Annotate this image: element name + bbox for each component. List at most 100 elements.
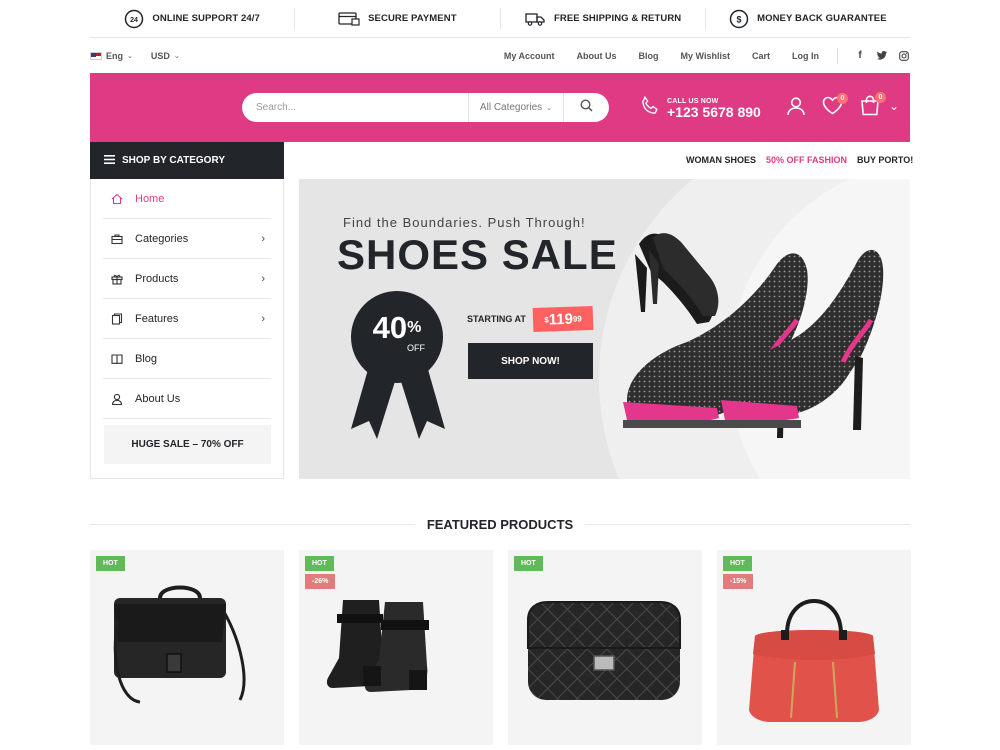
money-back-icon: $ <box>729 9 749 29</box>
link-blog[interactable]: Blog <box>639 51 659 61</box>
briefcase-icon <box>111 233 123 245</box>
product-card[interactable]: HOT -15% <box>717 550 911 745</box>
feature-money-back: $ MONEY BACK GUARANTEE <box>706 8 910 30</box>
facebook-icon[interactable]: f <box>854 50 866 61</box>
product-card[interactable]: HOT -26% <box>299 550 493 745</box>
sidebar-item-products[interactable]: Products › <box>103 259 271 299</box>
search-icon <box>580 98 593 117</box>
banner-tagline: Find the Boundaries. Push Through! <box>343 215 586 230</box>
support-24-icon: 24 <box>124 9 144 29</box>
high-heel-shoes-image <box>623 233 884 438</box>
sidebar-item-blog[interactable]: Blog <box>103 339 271 379</box>
nav-woman-shoes[interactable]: WOMAN SHOES <box>686 155 756 165</box>
divider <box>837 47 838 64</box>
document-icon <box>111 312 123 325</box>
feature-online-support: 24 ONLINE SUPPORT 24/7 <box>90 7 296 30</box>
discount-value: 40% <box>372 310 422 345</box>
chevron-down-icon: ⌄ <box>127 52 133 60</box>
cart-count-badge: 0 <box>875 92 886 103</box>
huge-sale-promo[interactable]: HUGE SALE – 70% OFF <box>104 425 271 464</box>
phone-icon <box>639 95 661 122</box>
svg-text:$: $ <box>737 14 742 24</box>
chevron-right-icon: › <box>261 232 265 245</box>
currency-selector[interactable]: USD ⌄ <box>151 51 180 61</box>
category-dropdown[interactable]: All Categories ⌄ <box>468 93 563 122</box>
search-button[interactable] <box>563 93 609 122</box>
shop-now-button[interactable]: SHOP NOW! <box>468 343 593 379</box>
cart-icon[interactable]: 0 <box>859 92 886 116</box>
product-card[interactable]: HOT <box>508 550 702 745</box>
featured-products-heading: FEATURED PRODUCTS <box>90 517 910 532</box>
product-image-messenger-bag <box>113 585 246 704</box>
search-bar: All Categories ⌄ <box>242 93 609 122</box>
hot-label: HOT <box>723 556 752 571</box>
sidebar-item-label: Blog <box>135 352 158 365</box>
section-title: FEATURED PRODUCTS <box>426 517 574 532</box>
chevron-down-icon: ⌄ <box>546 104 553 112</box>
call-us[interactable]: CALL US NOW +123 5678 890 <box>639 95 761 122</box>
shop-by-category-label: SHOP BY CATEGORY <box>122 155 225 166</box>
sidebar-item-label: Categories <box>135 232 189 245</box>
product-image-quilted-clutch <box>527 601 681 700</box>
shop-by-category-header[interactable]: SHOP BY CATEGORY <box>90 142 284 179</box>
instagram-icon[interactable] <box>898 50 910 61</box>
feature-label: SECURE PAYMENT <box>368 13 457 24</box>
shipping-truck-icon <box>524 11 546 27</box>
divider <box>585 524 910 525</box>
link-my-account[interactable]: My Account <box>504 51 555 61</box>
discount-label: -15% <box>723 574 754 589</box>
book-icon <box>111 353 123 365</box>
currency-label: USD <box>150 50 170 61</box>
sidebar-item-features[interactable]: Features › <box>103 299 271 339</box>
sidebar-item-label: Home <box>135 192 165 205</box>
language-selector[interactable]: Eng ⌄ <box>90 51 133 61</box>
sidebar-item-label: Products <box>135 272 179 285</box>
secondary-nav: WOMAN SHOES 50% OFF FASHION BUY PORTO! <box>686 155 913 165</box>
chevron-down-icon: ⌄ <box>173 52 180 60</box>
gift-icon <box>111 273 123 285</box>
feature-label: ONLINE SUPPORT 24/7 <box>152 13 260 24</box>
price-tag: $119 99 <box>532 305 594 333</box>
chevron-right-icon: › <box>261 272 265 285</box>
sidebar-item-label: Features <box>135 312 179 325</box>
user-icon <box>111 393 123 405</box>
wishlist-icon[interactable]: 0 <box>822 93 848 115</box>
features-strip: 24 ONLINE SUPPORT 24/7 SECURE PAYMENT FR… <box>90 0 910 38</box>
discount-ribbon-badge: 40% OFF <box>349 289 449 446</box>
banner-title: SHOES SALE <box>337 231 618 278</box>
us-flag-icon <box>90 51 102 60</box>
product-card[interactable]: HOT <box>90 550 284 745</box>
link-cart[interactable]: Cart <box>752 51 770 61</box>
hot-label: HOT <box>96 556 125 571</box>
header-topbar: Eng ⌄ USD ⌄ My Account About Us Blog My … <box>90 38 910 73</box>
category-dropdown-label: All Categories <box>479 102 543 113</box>
main-header: All Categories ⌄ CALL US NOW +123 5678 8… <box>90 73 910 142</box>
menu-icon <box>104 154 115 167</box>
sidebar-item-about-us[interactable]: About Us <box>103 379 271 419</box>
hot-label: HOT <box>514 556 543 571</box>
sidebar-item-categories[interactable]: Categories › <box>103 219 271 259</box>
category-sidebar: Home Categories › Products › Features › … <box>90 179 284 479</box>
link-log-in[interactable]: Log In <box>792 51 819 61</box>
link-my-wishlist[interactable]: My Wishlist <box>681 51 730 61</box>
divider <box>90 524 415 525</box>
search-input[interactable] <box>242 93 468 122</box>
link-about-us[interactable]: About Us <box>577 51 617 61</box>
chevron-down-icon[interactable]: ⌄ <box>889 99 899 113</box>
feature-label: MONEY BACK GUARANTEE <box>757 13 887 24</box>
nav-buy-porto[interactable]: BUY PORTO! <box>857 155 913 165</box>
wishlist-count-badge: 0 <box>837 93 848 104</box>
nav-50-off-fashion[interactable]: 50% OFF FASHION <box>766 155 847 165</box>
account-icon[interactable] <box>786 96 806 116</box>
twitter-icon[interactable] <box>876 51 888 60</box>
feature-free-shipping: FREE SHIPPING & RETURN <box>501 7 706 30</box>
sidebar-item-home[interactable]: Home <box>103 179 271 219</box>
language-label: Eng <box>106 50 123 61</box>
discount-label: -26% <box>305 574 336 589</box>
phone-number: +123 5678 890 <box>667 104 761 120</box>
hero-banner: Find the Boundaries. Push Through! SHOES… <box>299 179 910 479</box>
chevron-right-icon: › <box>261 312 265 325</box>
feature-secure-payment: SECURE PAYMENT <box>295 7 501 30</box>
secure-payment-icon <box>338 11 360 27</box>
svg-text:24: 24 <box>130 17 138 24</box>
